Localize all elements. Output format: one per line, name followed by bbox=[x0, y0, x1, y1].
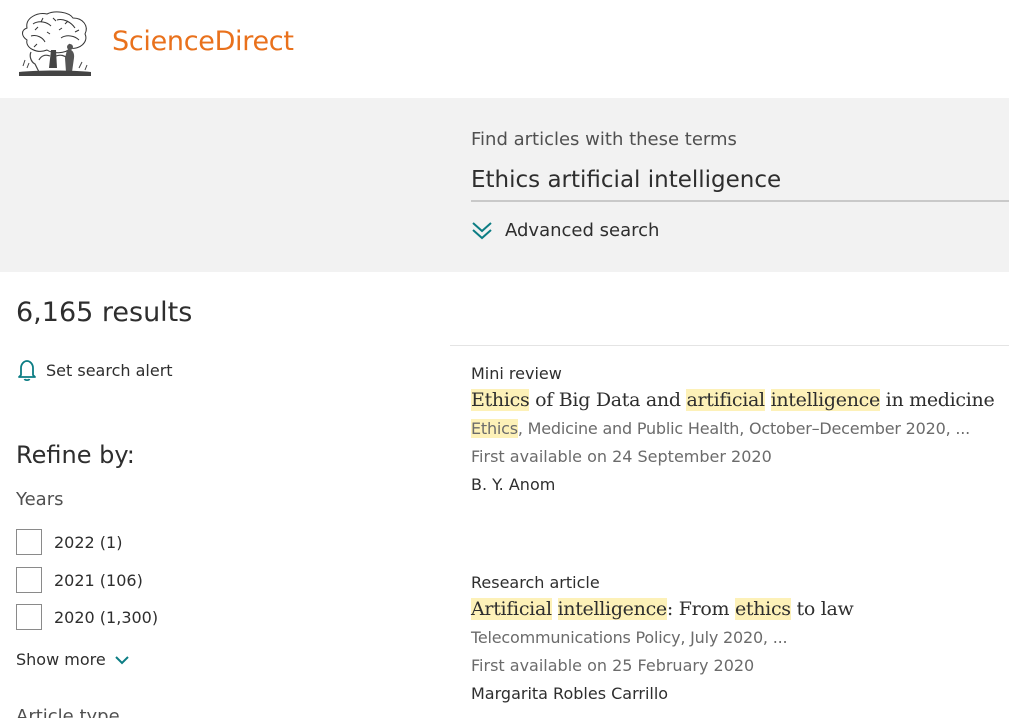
article-type: Research article bbox=[471, 573, 600, 592]
article-source[interactable]: Telecommunications Policy, July 2020, ..… bbox=[471, 628, 1009, 647]
title-text: of Big Data and bbox=[529, 389, 687, 411]
article-title-link[interactable]: Artificial intelligence: From ethics to … bbox=[471, 598, 1009, 620]
results-divider bbox=[450, 345, 1009, 346]
elsevier-tree-logo[interactable] bbox=[17, 10, 93, 78]
show-more-label: Show more bbox=[16, 650, 106, 669]
highlighted-term: Ethics bbox=[471, 419, 518, 438]
header: ScienceDirect bbox=[0, 0, 1009, 98]
advanced-search-button[interactable]: Advanced search bbox=[471, 219, 659, 241]
show-more-button[interactable]: Show more bbox=[16, 650, 130, 669]
year-checkbox[interactable] bbox=[16, 529, 42, 555]
result-item: Mini review Ethics of Big Data and artif… bbox=[471, 364, 1009, 494]
year-checkbox[interactable] bbox=[16, 604, 42, 630]
double-chevron-down-icon bbox=[472, 222, 492, 240]
title-text bbox=[552, 598, 558, 620]
title-text: : From bbox=[666, 598, 735, 620]
set-search-alert-button[interactable]: Set search alert bbox=[16, 358, 173, 382]
year-filter-2021[interactable]: 2021 (106) bbox=[16, 567, 143, 593]
brand-name[interactable]: ScienceDirect bbox=[112, 26, 294, 57]
year-filter-label: 2022 (1) bbox=[54, 532, 123, 552]
title-text: in medicine bbox=[879, 389, 995, 411]
article-source[interactable]: Ethics, Medicine and Public Health, Octo… bbox=[471, 419, 1009, 438]
title-text bbox=[765, 389, 771, 411]
article-title-link[interactable]: Ethics of Big Data and artificial intell… bbox=[471, 389, 1009, 411]
year-filter-label: 2020 (1,300) bbox=[54, 607, 159, 627]
article-type-heading: Article type bbox=[16, 706, 120, 718]
set-search-alert-label: Set search alert bbox=[46, 360, 173, 380]
highlighted-term: ethics bbox=[734, 598, 791, 620]
result-item: Research article Artificial intelligence… bbox=[471, 573, 1009, 703]
source-text: , Medicine and Public Health, October–De… bbox=[517, 419, 971, 438]
search-input[interactable] bbox=[471, 160, 1009, 202]
article-availability: First available on 24 September 2020 bbox=[471, 447, 772, 466]
year-filter-2020[interactable]: 2020 (1,300) bbox=[16, 604, 158, 630]
title-text: to law bbox=[790, 598, 854, 620]
article-availability: First available on 25 February 2020 bbox=[471, 656, 755, 675]
year-filter-label: 2021 (106) bbox=[54, 570, 143, 590]
year-checkbox[interactable] bbox=[16, 567, 42, 593]
results-count: 6,165 results bbox=[16, 297, 193, 328]
article-type: Mini review bbox=[471, 364, 562, 383]
highlighted-term: artificial bbox=[686, 389, 765, 411]
bell-icon bbox=[18, 360, 36, 382]
search-label: Find articles with these terms bbox=[471, 129, 737, 150]
refine-by-heading: Refine by: bbox=[16, 441, 135, 469]
year-filter-2022[interactable]: 2022 (1) bbox=[16, 529, 122, 555]
years-heading: Years bbox=[16, 489, 64, 510]
article-authors: Margarita Robles Carrillo bbox=[471, 684, 669, 703]
highlighted-term: intelligence bbox=[770, 389, 880, 411]
chevron-down-icon bbox=[114, 655, 129, 664]
highlighted-term: Ethics bbox=[471, 389, 530, 411]
advanced-search-label: Advanced search bbox=[505, 219, 660, 241]
article-authors: B. Y. Anom bbox=[471, 475, 556, 494]
highlighted-term: Artificial bbox=[471, 598, 552, 620]
highlighted-term: intelligence bbox=[557, 598, 667, 620]
